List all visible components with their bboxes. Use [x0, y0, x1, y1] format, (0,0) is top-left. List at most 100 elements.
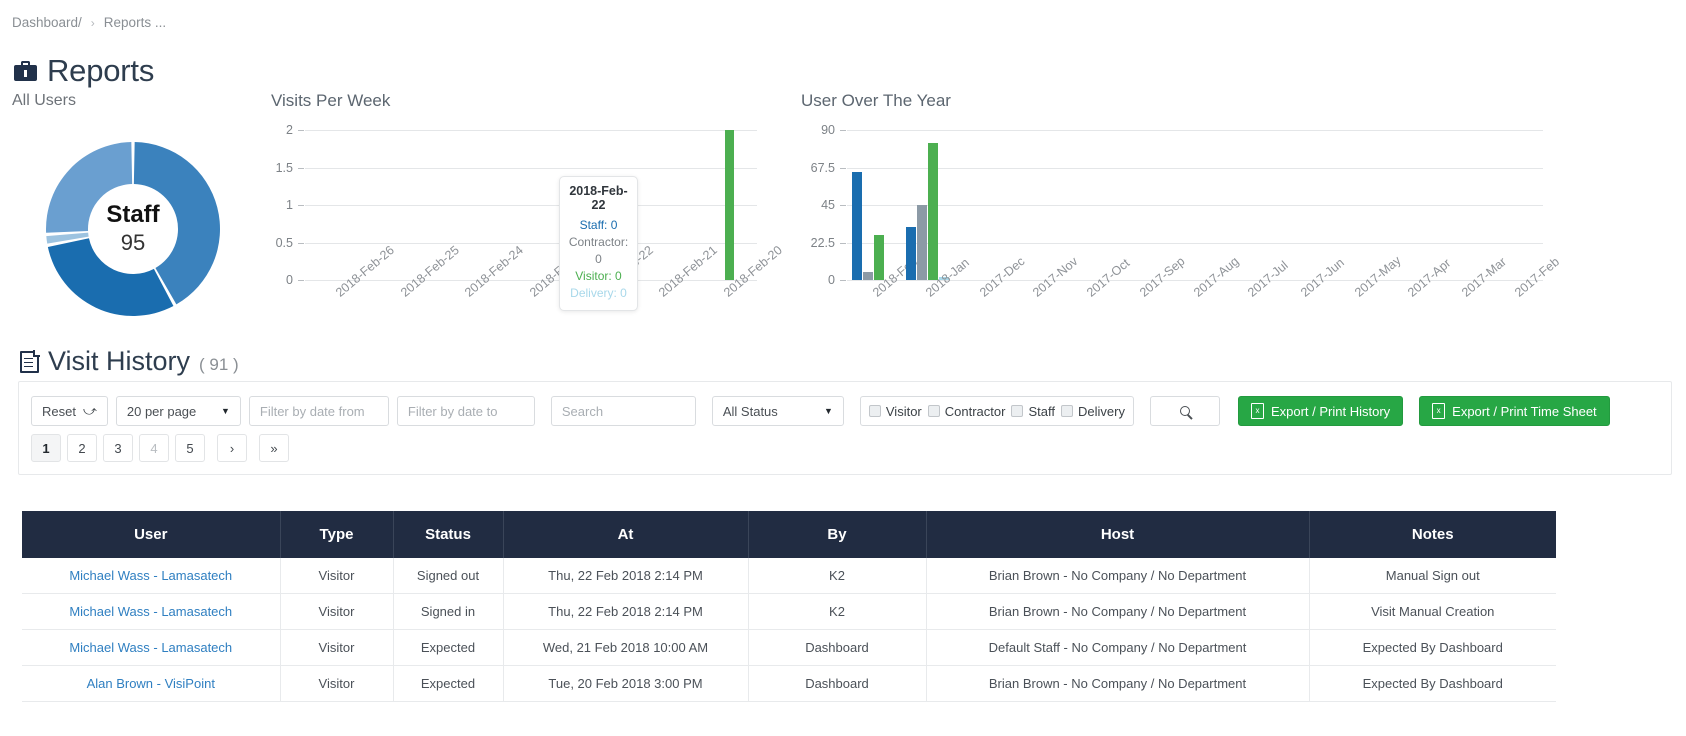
- donut-segment-delivery[interactable]: [46, 142, 133, 233]
- date-from-input[interactable]: Filter by date from: [248, 396, 389, 426]
- export-print-history-button[interactable]: x Export / Print History: [1237, 396, 1404, 426]
- visit-history-count: ( 91 ): [199, 355, 239, 374]
- bar-contractor-2018-Jan[interactable]: [916, 205, 927, 280]
- gridline: [305, 205, 757, 206]
- y-axis-tick-label: 1.5: [275, 160, 293, 175]
- per-page-select[interactable]: 20 per page ▼: [115, 396, 241, 426]
- table-row: Michael Wass - Lamasatech Visitor Signed i…: [22, 593, 1556, 630]
- visits-per-week-chart[interactable]: 0 0.5 1 1.5 2 2018-Feb-26 2018-Feb-25 2018-Feb-…: [271, 118, 785, 338]
- visit-history-title: Visit History: [48, 346, 191, 376]
- date-to-input[interactable]: Filter by date to: [396, 396, 535, 426]
- type-filter-label: Staff: [1028, 403, 1055, 419]
- cell-type: Visitor: [280, 629, 394, 666]
- cell-host: Brian Brown - No Company / No Department: [926, 558, 1310, 594]
- page-subtitle: All Users: [12, 92, 77, 109]
- cell-status: Signed out: [393, 558, 504, 594]
- cell-user[interactable]: Michael Wass - Lamasatech: [22, 558, 281, 594]
- status-value: All Status: [722, 403, 778, 419]
- type-filter-group: Visitor Contractor Staff Delivery: [859, 396, 1134, 426]
- tooltip-row-2: Visitor: 0: [575, 269, 622, 283]
- export-history-label: Export / Print History: [1270, 403, 1391, 419]
- bar-staff-2018-Feb[interactable]: [852, 171, 863, 280]
- y-axis-tick-label: 0: [286, 273, 293, 287]
- cell-at: Thu, 22 Feb 2018 2:14 PM: [503, 558, 749, 594]
- type-filter-delivery[interactable]: Delivery: [1060, 403, 1125, 419]
- type-filter-visitor[interactable]: Visitor: [868, 403, 922, 419]
- pagination-page-1[interactable]: 1: [31, 434, 61, 462]
- chevron-down-icon: ▼: [220, 406, 230, 416]
- export-print-timesheet-button[interactable]: x Export / Print Time Sheet: [1419, 396, 1610, 426]
- checkbox-icon[interactable]: [1011, 405, 1024, 417]
- checkbox-icon[interactable]: [927, 405, 940, 417]
- cell-user[interactable]: Michael Wass - Lamasatech: [22, 629, 281, 666]
- breadcrumb-current[interactable]: Reports ...: [104, 15, 166, 30]
- bar-contractor-2018-Feb[interactable]: [863, 271, 874, 280]
- type-filter-contractor[interactable]: Contractor: [927, 404, 1005, 419]
- cell-host: Brian Brown - No Company / No Department: [926, 593, 1310, 630]
- per-page-value: 20 per page: [126, 403, 197, 419]
- checkbox-icon[interactable]: [1060, 405, 1073, 417]
- filter-toolbar: Reset ⤻ 20 per page ▼ Filter by date fro…: [31, 396, 1610, 426]
- pagination-page-3[interactable]: 3: [103, 434, 133, 462]
- bar-visitor-2018-Jan[interactable]: [927, 143, 938, 280]
- table-column-status[interactable]: Status: [393, 511, 504, 558]
- bar-visitor-2018-Feb[interactable]: [874, 235, 885, 280]
- pagination-page-5[interactable]: 5: [175, 434, 205, 462]
- search-icon: [1179, 406, 1190, 416]
- user-link[interactable]: Michael Wass - Lamasatech: [69, 604, 232, 619]
- y-axis-tick-label: 22.5: [810, 235, 835, 250]
- user-over-the-year-chart[interactable]: 0 22.5 45 67.5 90 2018-Feb 2018-Jan 2017-Dec 201…: [801, 118, 1563, 338]
- breadcrumb-dashboard[interactable]: Dashboard/: [12, 15, 82, 30]
- axis-tick: [840, 242, 846, 244]
- staff-donut-chart[interactable]: Staff 95: [22, 118, 244, 340]
- gridline: [847, 167, 1543, 169]
- table-column-by[interactable]: By: [748, 511, 927, 558]
- y-axis-tick-label: 0: [828, 273, 835, 287]
- checkbox-icon[interactable]: [868, 405, 881, 417]
- cell-type: Visitor: [280, 593, 394, 630]
- type-filter-label: Visitor: [885, 403, 922, 419]
- cell-at: Tue, 20 Feb 2018 3:00 PM: [503, 665, 749, 702]
- user-link[interactable]: Michael Wass - Lamasatech: [69, 568, 232, 583]
- cell-at: Wed, 21 Feb 2018 10:00 AM: [503, 629, 749, 666]
- cell-user[interactable]: Alan Brown - VisiPoint: [22, 665, 281, 702]
- table-column-type[interactable]: Type: [280, 511, 394, 558]
- cell-user[interactable]: Michael Wass - Lamasatech: [22, 593, 281, 630]
- table-column-host[interactable]: Host: [926, 511, 1310, 558]
- y-axis-tick-label: 45: [821, 198, 835, 212]
- gridline: [305, 280, 757, 281]
- cell-notes: Manual Sign out: [1309, 558, 1556, 594]
- search-input[interactable]: Search: [550, 396, 696, 426]
- type-filter-label: Delivery: [1077, 403, 1125, 419]
- export-timesheet-label: Export / Print Time Sheet: [1452, 403, 1597, 419]
- donut-segment-contractor[interactable]: [47, 238, 174, 316]
- tooltip-row-1: Contractor: 0: [568, 235, 629, 266]
- excel-file-icon: x: [1432, 403, 1446, 419]
- status-select[interactable]: All Status ▼: [711, 396, 844, 426]
- table-column-at[interactable]: At: [503, 511, 749, 558]
- pagination-last-icon[interactable]: »: [259, 434, 289, 462]
- gridline: [305, 130, 757, 131]
- bar-visitor-2018-Feb-20[interactable]: [724, 130, 734, 280]
- pagination-page-2[interactable]: 2: [67, 434, 97, 462]
- reset-button[interactable]: Reset ⤻: [31, 396, 108, 426]
- user-link[interactable]: Michael Wass - Lamasatech: [69, 640, 232, 655]
- user-link[interactable]: Alan Brown - VisiPoint: [87, 676, 215, 691]
- pagination-next-icon[interactable]: ›: [217, 434, 247, 462]
- cell-by: Dashboard: [748, 665, 927, 702]
- table-column-user[interactable]: User: [22, 511, 281, 558]
- redo-arrow-icon: ⤻: [82, 403, 97, 418]
- breadcrumb-separator-icon: ›: [90, 15, 95, 30]
- pagination-page-4[interactable]: 4: [139, 434, 169, 462]
- cell-host: Brian Brown - No Company / No Department: [926, 665, 1310, 702]
- search-button[interactable]: [1149, 396, 1220, 426]
- cell-status: Expected: [393, 629, 504, 666]
- type-filter-staff[interactable]: Staff: [1011, 404, 1055, 419]
- cell-host: Default Staff - No Company / No Departme…: [926, 629, 1310, 666]
- cell-by: K2: [748, 593, 927, 630]
- bar-staff-2018-Jan[interactable]: [905, 226, 916, 280]
- axis-tick: [840, 167, 846, 169]
- table-column-notes[interactable]: Notes: [1309, 511, 1556, 558]
- page-title-row: Reports: [14, 55, 154, 86]
- search-placeholder-text: Search: [561, 403, 604, 419]
